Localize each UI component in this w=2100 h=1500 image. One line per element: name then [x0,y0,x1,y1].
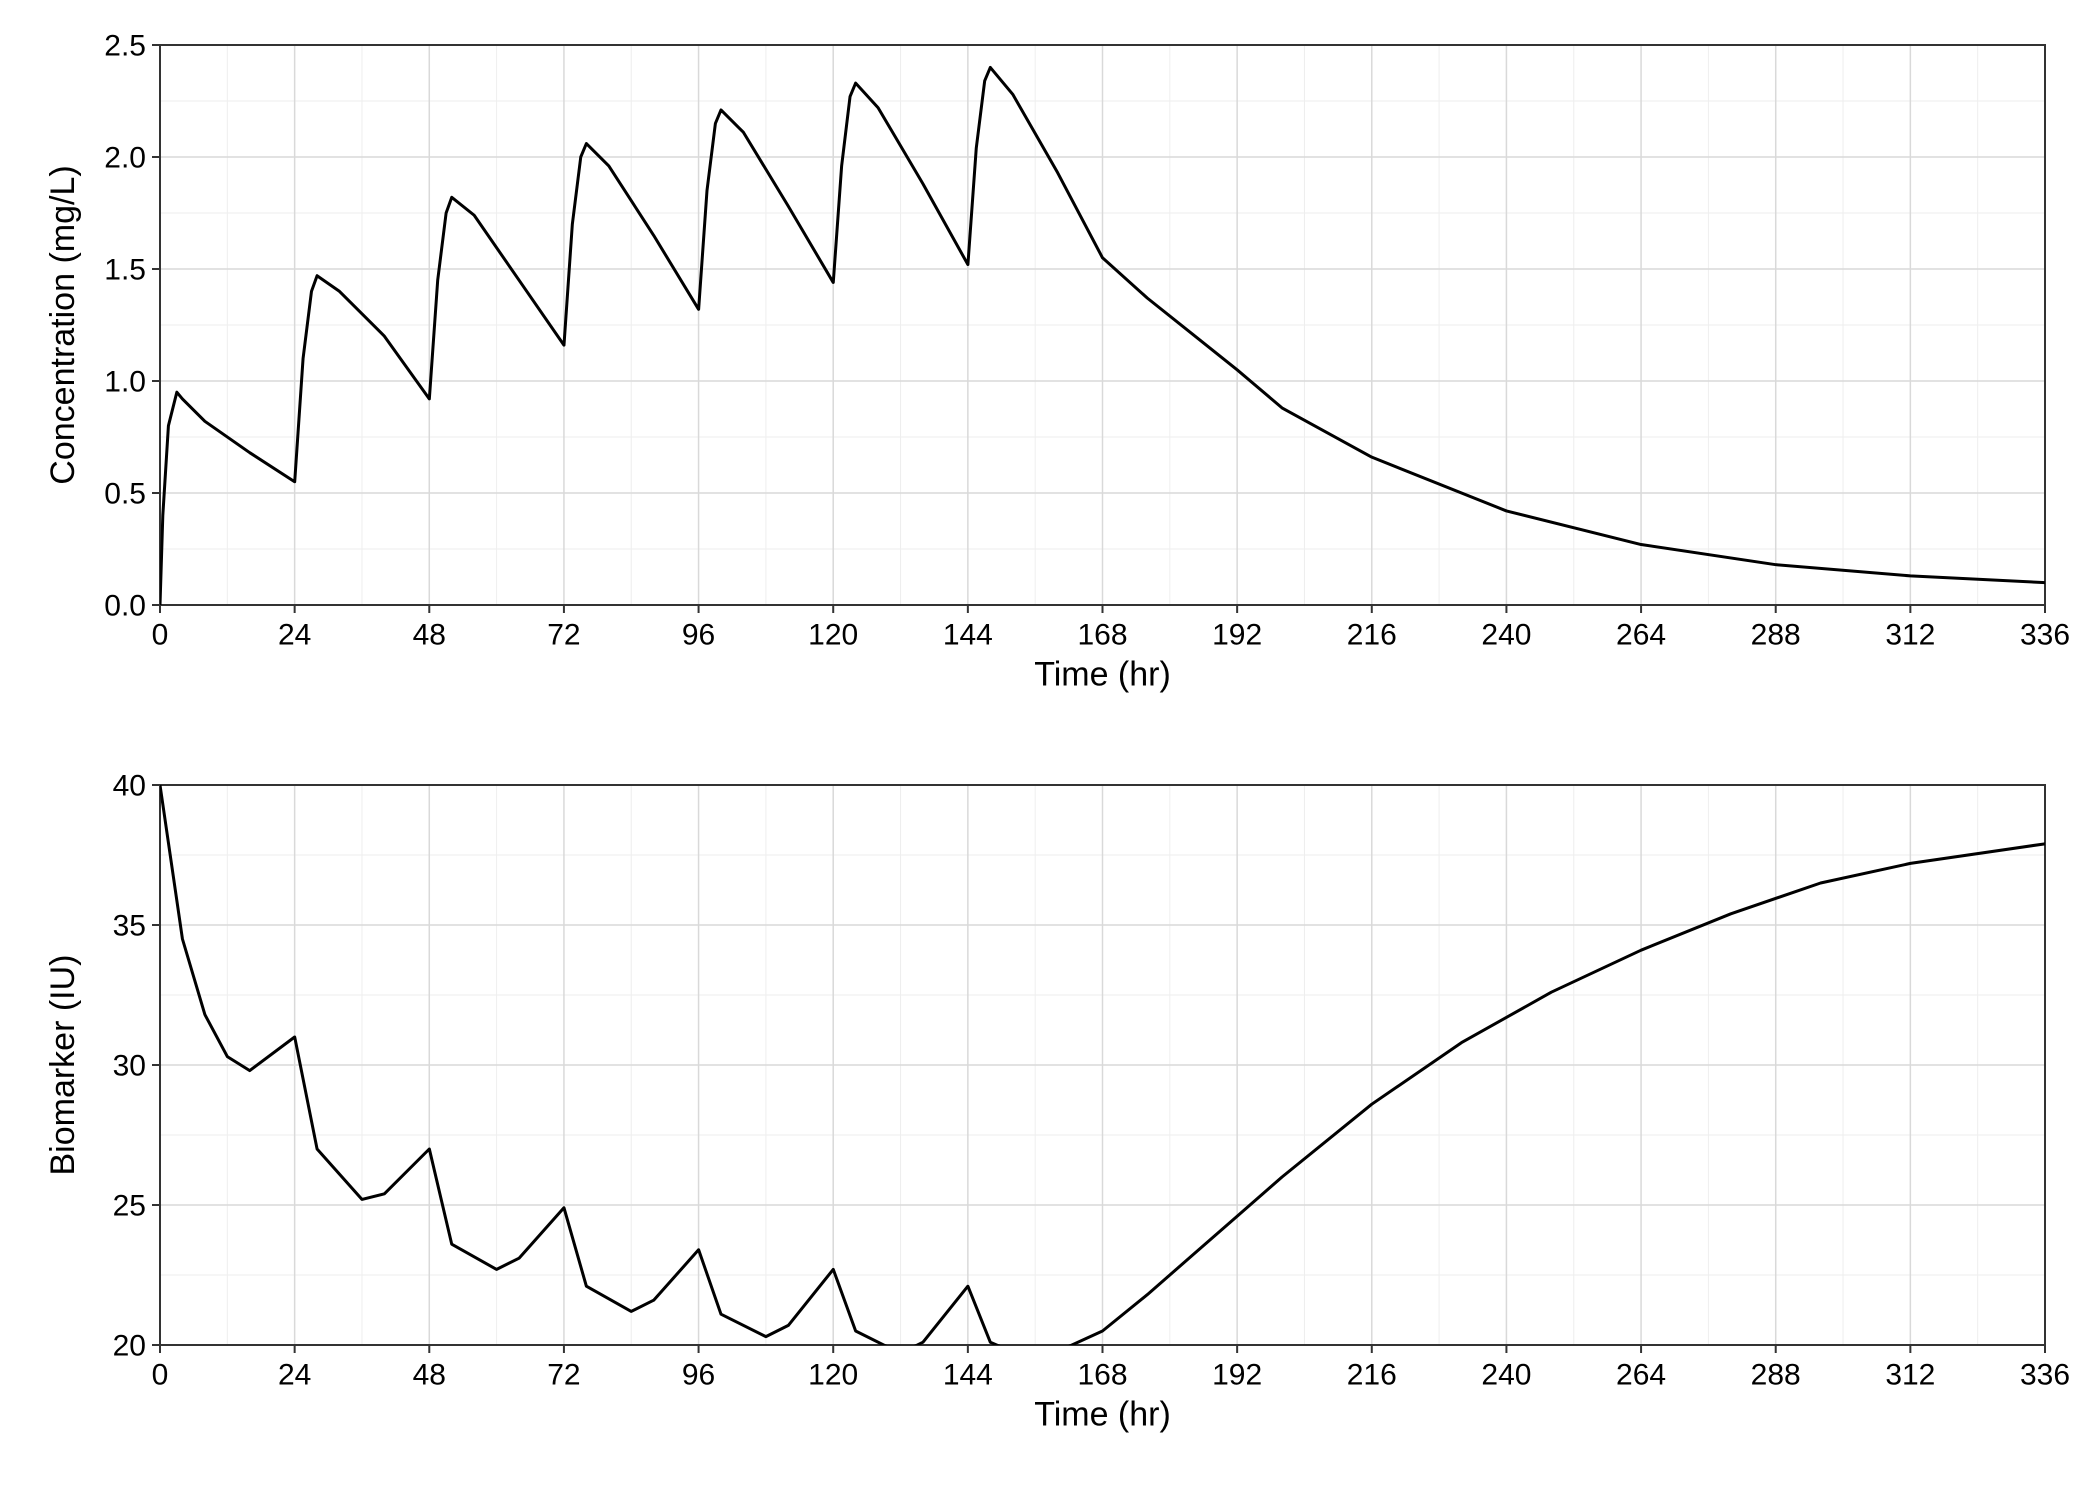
x-tick-label: 0 [152,1359,169,1392]
x-tick-label: 240 [1481,1359,1531,1392]
x-tick-label: 264 [1616,619,1666,652]
x-tick-label: 240 [1481,619,1531,652]
x-tick-label: 168 [1077,1359,1127,1392]
x-tick-label: 312 [1885,1359,1935,1392]
x-tick-label: 0 [152,619,169,652]
x-tick-label: 288 [1751,619,1801,652]
x-tick-label: 96 [682,619,715,652]
x-tick-label: 120 [808,619,858,652]
x-tick-label: 312 [1885,619,1935,652]
biomarker-panel: 0 24 48 72 96 120 144 168 192 216 240 264 288 312 336 2… [0,760,2100,1460]
y-tick-label: 30 [113,1050,146,1083]
y-tick-label: 2.5 [104,30,146,63]
x-tick-label: 216 [1347,1359,1397,1392]
x-tick-label: 144 [943,1359,993,1392]
x-tick-label: 336 [2020,1359,2070,1392]
x-tick-label: 168 [1077,619,1127,652]
y-tick-label: 2.0 [104,142,146,175]
y-tick-label: 0.5 [104,478,146,511]
x-tick-label: 120 [808,1359,858,1392]
x-axis-label: Time (hr) [1034,656,1171,694]
x-tick-label: 24 [278,1359,311,1392]
chart-container: 0244872961201441681922162402642883123360… [0,0,2100,1500]
x-tick-label: 48 [413,1359,446,1392]
x-tick-label: 72 [547,1359,580,1392]
x-tick-label: 72 [547,619,580,652]
y-tick-label: 1.5 [104,254,146,287]
y-axis-label: Biomarker (IU) [44,954,82,1175]
x-tick-label: 96 [682,1359,715,1392]
x-tick-label: 192 [1212,619,1262,652]
x-tick-label: 216 [1347,619,1397,652]
x-tick-label: 24 [278,619,311,652]
y-tick-label: 40 [113,770,146,803]
y-axis-label: Concentration (mg/L) [44,165,82,484]
x-tick-label: 144 [943,619,993,652]
x-tick-label: 336 [2020,619,2070,652]
x-axis-label: Time (hr) [1034,1396,1171,1434]
x-tick-label: 288 [1751,1359,1801,1392]
x-tick-label: 192 [1212,1359,1262,1392]
y-tick-label: 35 [113,910,146,943]
y-tick-label: 0.0 [104,590,146,623]
y-tick-label: 1.0 [104,366,146,399]
x-tick-label: 48 [413,619,446,652]
concentration-panel: 0 24 48 72 96 120 144 168 192 216 240 264 288 312 336 0… [0,20,2100,720]
y-tick-label: 20 [113,1330,146,1363]
y-tick-label: 25 [113,1190,146,1223]
x-tick-label: 264 [1616,1359,1666,1392]
